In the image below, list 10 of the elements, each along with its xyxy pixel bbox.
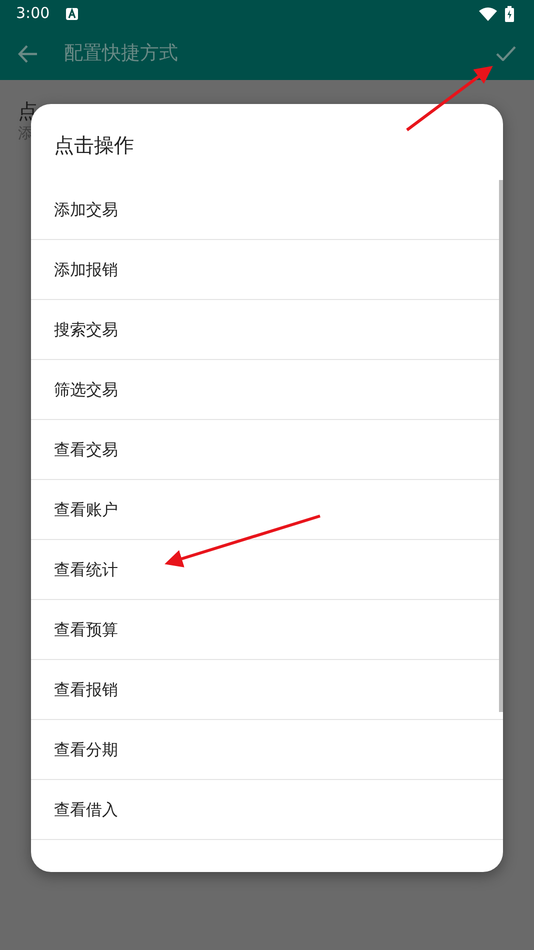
notification-icon — [66, 8, 78, 20]
back-icon[interactable] — [18, 44, 38, 62]
wifi-icon — [479, 6, 497, 20]
status-time: 3:00 — [16, 3, 50, 24]
dialog-title: 点击操作 — [53, 132, 135, 159]
action-option[interactable]: 查看借入 — [31, 780, 503, 840]
check-icon[interactable] — [496, 46, 516, 61]
screen-title: 配置快捷方式 — [64, 41, 178, 66]
action-option[interactable]: 查看分期 — [31, 720, 503, 780]
battery-icon — [505, 6, 514, 22]
